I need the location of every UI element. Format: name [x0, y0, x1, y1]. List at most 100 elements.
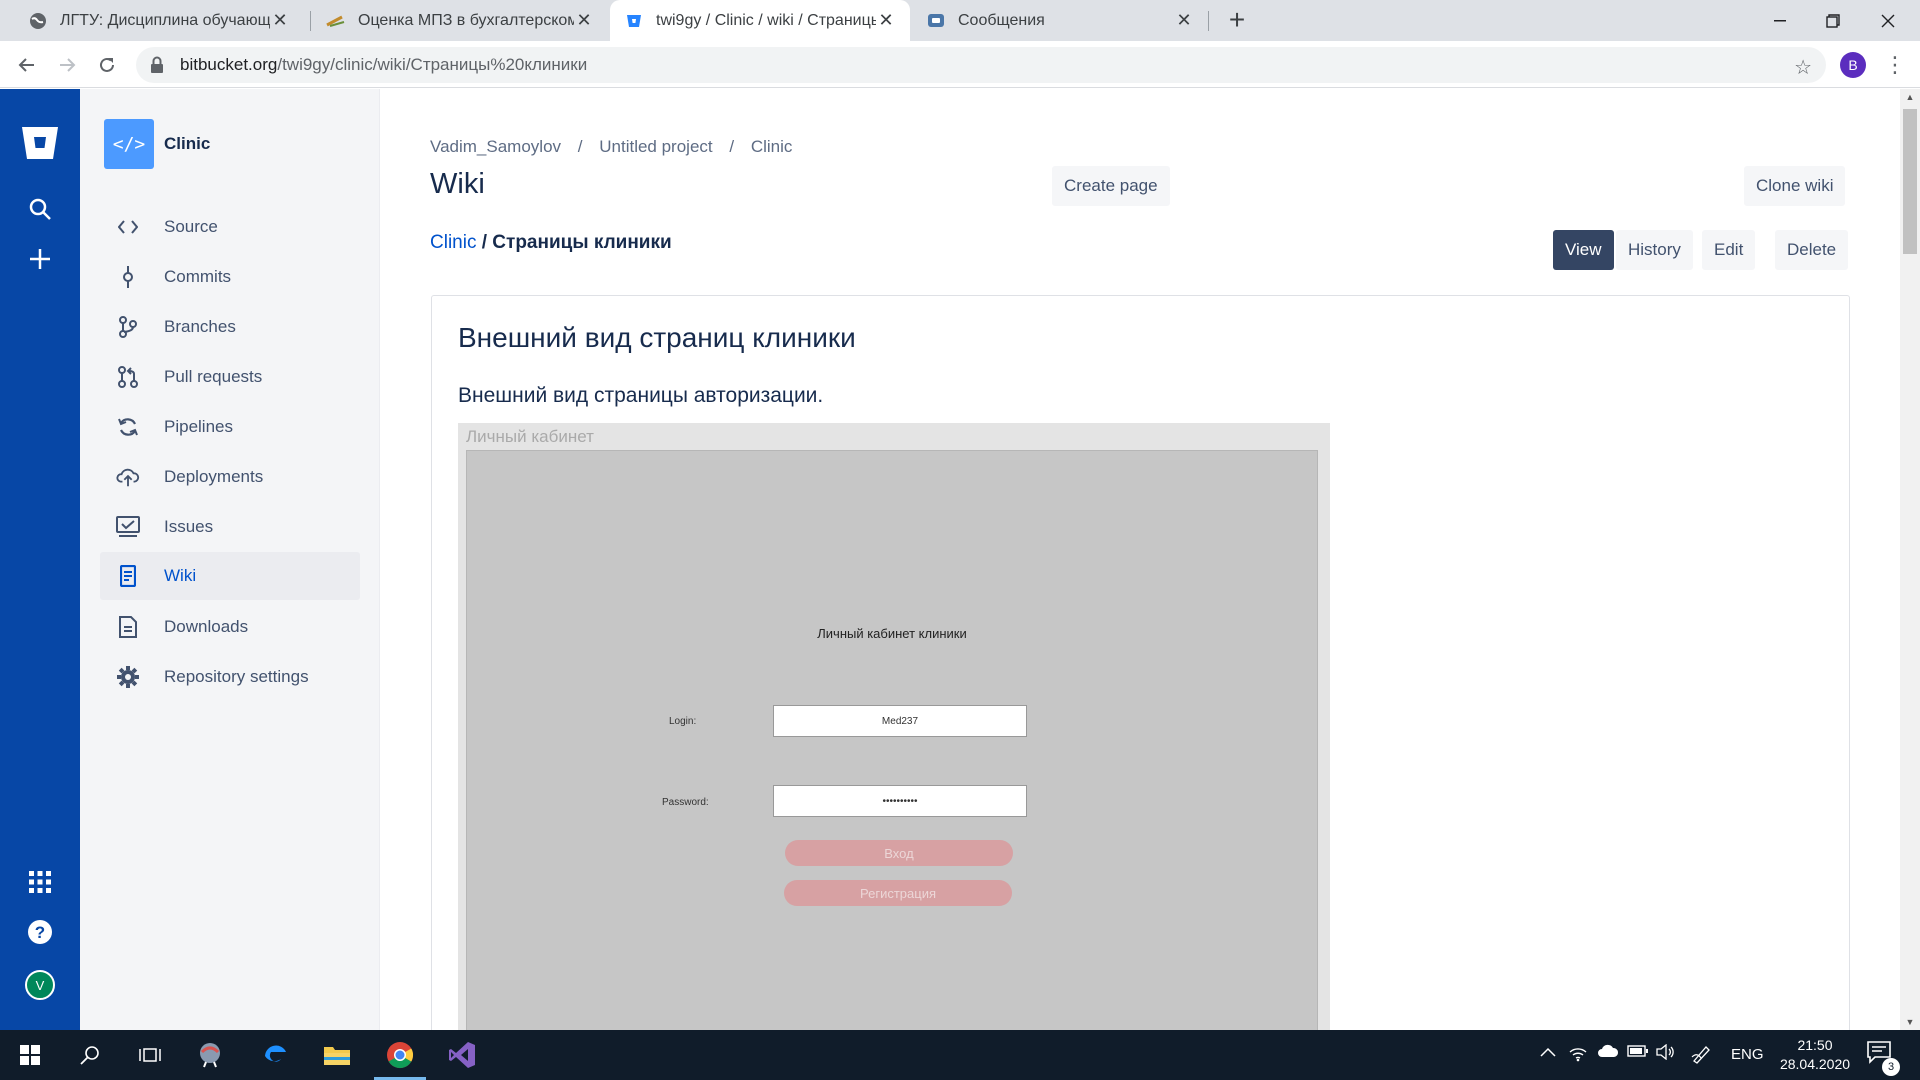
task-view-icon[interactable]: [120, 1030, 180, 1080]
browser-tab[interactable]: Сообщения ✕: [912, 0, 1208, 41]
breadcrumb-item[interactable]: Clinic: [751, 137, 793, 156]
code-icon: [116, 215, 140, 239]
search-icon[interactable]: [20, 189, 60, 229]
volume-icon[interactable]: [1654, 1043, 1678, 1066]
embedded-login-screenshot: Личный кабинет Личный кабинет клиники Lo…: [458, 423, 1330, 1030]
wiki-page-body: Внешний вид страниц клиники Внешний вид …: [431, 295, 1850, 1030]
sidebar-item-label: Deployments: [164, 467, 264, 486]
breadcrumb-separator: /: [729, 137, 735, 156]
downloads-icon: [116, 615, 140, 639]
create-plus-icon[interactable]: [20, 239, 60, 279]
sidebar-item-wiki[interactable]: Wiki: [100, 552, 360, 600]
embedded-login-label: Login:: [669, 716, 697, 727]
deployments-icon: [116, 465, 140, 489]
address-bar[interactable]: bitbucket.org/twi9gy/clinic/wiki/Страниц…: [136, 47, 1826, 83]
pen-ink-icon[interactable]: [1690, 1044, 1714, 1066]
create-page-button[interactable]: Create page: [1052, 166, 1170, 206]
close-window-icon[interactable]: [1858, 0, 1918, 41]
tray-chevron-up-icon[interactable]: [1536, 1044, 1560, 1066]
forward-icon[interactable]: [49, 47, 85, 83]
embedded-password-label: Password:: [662, 797, 709, 808]
commit-icon: [116, 265, 140, 289]
bitbucket-logo-icon[interactable]: [20, 123, 60, 163]
browser-tab[interactable]: ЛГТУ: Дисциплина обучающегося ✕: [14, 0, 304, 41]
photo-app-icon[interactable]: [180, 1030, 240, 1080]
repo-header[interactable]: </> Clinic: [104, 119, 210, 169]
tab-title: Сообщения: [958, 11, 1045, 29]
scrollbar-thumb[interactable]: [1903, 109, 1917, 254]
sidebar-item-branches[interactable]: Branches: [100, 303, 360, 351]
wiki-page-name: / Страницы клиники: [476, 232, 672, 253]
global-nav: ?: [0, 89, 80, 1030]
wiki-page-path: Clinic / Страницы клиники: [430, 232, 672, 254]
svg-text:?: ?: [35, 923, 45, 942]
branch-icon: [116, 315, 140, 339]
scroll-up-icon[interactable]: ▲: [1900, 89, 1920, 105]
new-tab-button[interactable]: +: [1222, 6, 1252, 36]
sidebar-item-label: Repository settings: [164, 667, 309, 686]
battery-icon[interactable]: [1626, 1044, 1650, 1066]
profile-avatar[interactable]: B: [1840, 52, 1866, 78]
search-icon[interactable]: [60, 1030, 120, 1080]
clock-time: 21:50: [1797, 1037, 1833, 1053]
sidebar-item-label: Pipelines: [164, 417, 233, 436]
bookmark-star-icon[interactable]: ☆: [1794, 55, 1812, 80]
embedded-password-field: ••••••••••: [773, 785, 1027, 817]
sidebar-item-issues[interactable]: Issues: [100, 503, 360, 551]
embedded-window-body: Личный кабинет клиники Login: Med237 Pas…: [466, 450, 1318, 1030]
close-icon[interactable]: ✕: [270, 10, 290, 31]
sidebar-item-downloads[interactable]: Downloads: [100, 603, 360, 651]
edge-browser-icon[interactable]: [245, 1030, 305, 1080]
wiki-icon: [116, 564, 140, 588]
browser-toolbar: bitbucket.org/twi9gy/clinic/wiki/Страниц…: [0, 41, 1920, 88]
app-switcher-icon[interactable]: [20, 862, 60, 902]
wifi-icon[interactable]: [1566, 1044, 1590, 1066]
minimize-icon[interactable]: [1750, 0, 1810, 41]
breadcrumb-item[interactable]: Vadim_Samoylov: [430, 137, 561, 156]
sidebar-item-repository-settings[interactable]: Repository settings: [100, 653, 360, 701]
page-scrollbar[interactable]: ▲ ▼: [1900, 89, 1920, 1030]
windows-start-icon[interactable]: [0, 1030, 60, 1080]
issues-icon: [116, 515, 140, 539]
clock-date: 28.04.2020: [1779, 1056, 1851, 1072]
user-avatar[interactable]: V: [25, 970, 55, 1000]
browser-tab-strip: ЛГТУ: Дисциплина обучающегося ✕ Оценка М…: [0, 0, 1920, 41]
sidebar-item-label: Downloads: [164, 617, 249, 636]
embedded-window-title: Личный кабинет: [466, 427, 594, 446]
close-icon[interactable]: ✕: [1174, 10, 1194, 31]
bitbucket-favicon-icon: [624, 11, 644, 31]
browser-tab[interactable]: Оценка МПЗ в бухгалтерском учёте ✕: [312, 0, 608, 41]
chrome-icon[interactable]: [370, 1030, 430, 1080]
embedded-login-field: Med237: [773, 705, 1027, 737]
sidebar-item-source[interactable]: Source: [100, 203, 360, 251]
wiki-root-link[interactable]: Clinic: [430, 232, 476, 253]
history-button[interactable]: History: [1616, 230, 1693, 270]
close-icon[interactable]: ✕: [574, 10, 594, 31]
view-button[interactable]: View: [1553, 230, 1614, 270]
help-icon[interactable]: ?: [20, 912, 60, 952]
reload-icon[interactable]: [89, 47, 125, 83]
url-text: bitbucket.org/twi9gy/clinic/wiki/Страниц…: [180, 55, 588, 74]
file-explorer-icon[interactable]: [307, 1030, 367, 1080]
sidebar-item-deployments[interactable]: Deployments: [100, 453, 360, 501]
sidebar-item-pull-requests[interactable]: Pull requests: [100, 353, 360, 401]
clone-wiki-button[interactable]: Clone wiki: [1744, 166, 1846, 206]
onedrive-cloud-icon[interactable]: [1596, 1044, 1620, 1066]
back-icon[interactable]: [9, 47, 45, 83]
edit-button[interactable]: Edit: [1702, 230, 1756, 270]
scroll-down-icon[interactable]: ▼: [1900, 1014, 1920, 1030]
close-icon[interactable]: ✕: [876, 10, 896, 31]
delete-button[interactable]: Delete: [1775, 230, 1849, 270]
sidebar-item-pipelines[interactable]: Pipelines: [100, 403, 360, 451]
visual-studio-icon[interactable]: [432, 1030, 492, 1080]
embedded-register-button: Регистрация: [784, 880, 1012, 906]
sidebar-item-commits[interactable]: Commits: [100, 253, 360, 301]
system-clock[interactable]: 21:50 28.04.2020: [1770, 1036, 1860, 1074]
language-indicator[interactable]: ENG: [1731, 1046, 1764, 1063]
breadcrumb-item[interactable]: Untitled project: [599, 137, 712, 156]
globe-icon: [28, 11, 48, 31]
restore-icon[interactable]: [1803, 0, 1863, 41]
windows-taskbar: ENG 21:50 28.04.2020 3: [0, 1030, 1920, 1080]
more-menu-icon[interactable]: ⋮: [1884, 50, 1906, 80]
browser-tab-active[interactable]: twi9gy / Clinic / wiki / Страницы клиник…: [610, 0, 910, 41]
